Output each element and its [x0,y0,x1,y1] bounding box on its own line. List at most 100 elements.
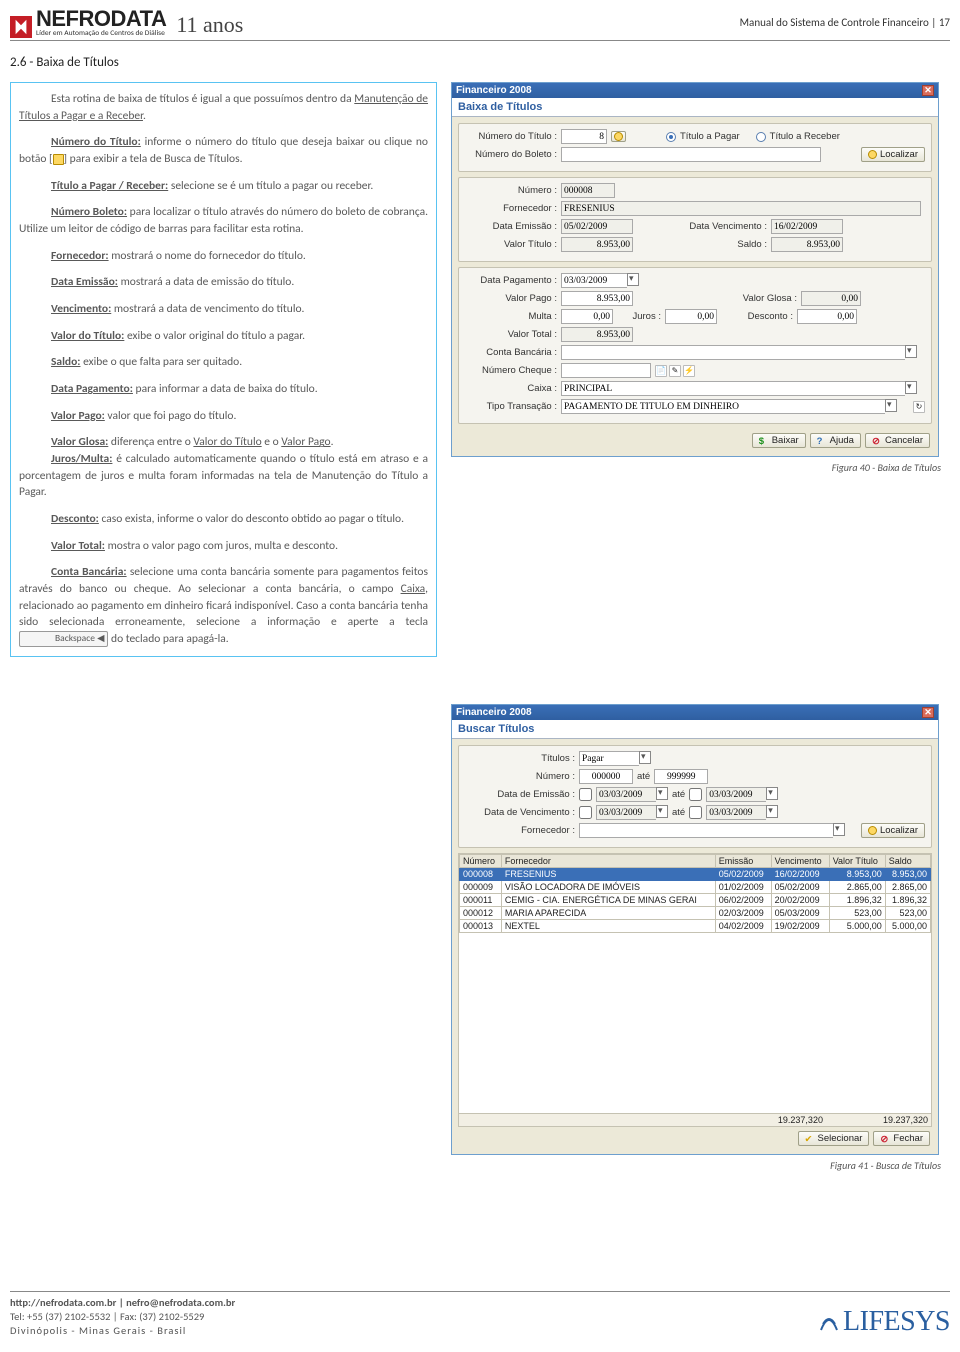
field-fornecedor [561,201,921,216]
dropdown-icon[interactable] [905,381,917,394]
input-emissao-to[interactable] [706,787,766,802]
table-header[interactable]: Valor Título [829,855,885,868]
label-numero: Número : [465,771,575,782]
selecionar-button[interactable]: ✔Selecionar [798,1131,870,1146]
label-emissao: Data Emissão : [465,221,557,232]
brand-subtitle: Líder em Automação de Centros de Diálise [36,29,166,38]
input-data-pagamento[interactable] [561,273,627,288]
dialog-baixa-titulos: Financeiro 2008 ✕ Baixa de Títulos Númer… [451,82,939,457]
para-desconto: Desconto: caso exista, informe o valor d… [19,511,428,528]
label-valor-glosa: Valor Glosa : [637,293,797,304]
dialog-app-name: Financeiro 2008 [456,707,532,718]
checkbox-emissao-from[interactable] [579,788,592,801]
dropdown-icon[interactable] [627,273,639,286]
note-icon[interactable]: 📄 [655,365,667,377]
input-conta-bancaria[interactable] [561,345,905,360]
figure-caption-41: Figura 41 - Busca de Títulos [451,1159,941,1172]
dropdown-icon[interactable] [656,805,668,818]
para-fornecedor: Fornecedor: mostrará o nome do fornecedo… [19,248,428,265]
label-saldo: Saldo : [637,239,767,250]
input-multa[interactable] [561,309,613,324]
panel-search: Número do Título : Título a Pagar Título… [458,123,932,172]
close-icon[interactable]: ✕ [922,85,934,96]
dropdown-icon[interactable] [833,823,845,836]
para-valor-glosa-juros: Valor Glosa: diferença entre o Valor do … [19,434,428,501]
refresh-icon[interactable]: ↻ [913,401,925,413]
para-numero-titulo: Número do Título: informe o número do tí… [19,134,428,167]
lifesys-logo: LIFESYS [817,1306,950,1338]
input-numero-cheque[interactable] [561,363,651,378]
input-venc-to[interactable] [706,805,766,820]
ajuda-button[interactable]: ?Ajuda [810,433,861,448]
para-valor-titulo: Valor do Título: exibe o valor original … [19,328,428,345]
section-title: 2.6 - Baixa de Títulos [10,55,950,70]
table-header[interactable]: Emissão [715,855,771,868]
cancelar-button[interactable]: ⊘Cancelar [865,433,930,448]
checkbox-emissao-to[interactable] [689,788,702,801]
radio-titulo-receber[interactable] [756,132,766,142]
table-header[interactable]: Fornecedor [501,855,715,868]
input-caixa[interactable] [561,381,905,396]
para-intro: Esta rotina de baixa de títulos é igual … [19,91,428,124]
input-numero-boleto[interactable] [561,147,821,162]
input-fornecedor[interactable] [579,823,833,838]
fechar-button[interactable]: ⊘Fechar [873,1131,930,1146]
table-header[interactable]: Vencimento [771,855,829,868]
dialog-titlebar[interactable]: Financeiro 2008 ✕ [452,83,938,98]
checkbox-venc-from[interactable] [579,806,592,819]
table-row[interactable]: 000011CEMIG - CIA. ENERGÉTICA DE MINAS G… [460,894,931,907]
dialog-subtitle: Buscar Títulos [452,720,938,739]
localizar-button[interactable]: Localizar [861,823,925,838]
close-icon: ⊘ [880,1134,890,1144]
input-desconto[interactable] [797,309,857,324]
field-numero [561,183,615,198]
label-numero-titulo: Número do Título : [465,131,557,142]
table-header[interactable]: Número [460,855,502,868]
label-numero-cheque: Número Cheque : [465,365,557,376]
footer-location: Divinópolis - Minas Gerais - Brasil [10,1324,950,1337]
table-header[interactable]: Saldo [885,855,930,868]
radio-titulo-pagar[interactable] [666,132,676,142]
label-ate: até [637,771,650,782]
input-tipo-transacao[interactable] [561,399,885,414]
results-table: NúmeroFornecedorEmissãoVencimentoValor T… [458,853,932,1127]
dropdown-icon[interactable] [766,805,778,818]
table-row[interactable]: 000013NEXTEL04/02/200919/02/20095.000,00… [460,920,931,933]
input-emissao-from[interactable] [596,787,656,802]
dialog-buscar-titulos: Financeiro 2008 ✕ Buscar Títulos Títulos… [451,704,939,1155]
input-titulos[interactable] [579,751,639,766]
input-numero-titulo[interactable] [561,129,607,144]
text-column: Esta rotina de baixa de títulos é igual … [10,82,437,657]
input-numero-from[interactable] [579,769,633,784]
label-data-vencimento: Data de Vencimento : [465,807,575,818]
dialog-app-name: Financeiro 2008 [456,85,532,96]
dropdown-icon[interactable] [639,751,651,764]
edit-icon[interactable]: ✎ [669,365,681,377]
brand-icon [10,16,32,38]
dropdown-icon[interactable] [656,787,668,800]
checkbox-venc-to[interactable] [689,806,702,819]
baixar-button[interactable]: $Baixar [752,433,806,448]
help-icon: ? [817,436,827,446]
input-valor-pago[interactable] [561,291,633,306]
label-juros: Juros : [617,311,661,322]
localizar-button[interactable]: Localizar [861,147,925,162]
search-button[interactable] [611,131,626,142]
dropdown-icon[interactable] [885,399,897,412]
dialog-titlebar[interactable]: Financeiro 2008 ✕ [452,705,938,720]
close-icon[interactable]: ✕ [922,707,934,718]
dropdown-icon[interactable] [766,787,778,800]
input-numero-to[interactable] [654,769,708,784]
lightning-icon[interactable]: ⚡ [683,365,695,377]
input-juros[interactable] [665,309,717,324]
dialog-button-row: $Baixar ?Ajuda ⊘Cancelar [458,429,932,450]
field-valor-glosa [801,291,861,306]
input-venc-from[interactable] [596,805,656,820]
label-valor-total: Valor Total : [465,329,557,340]
para-conta-bancaria: Conta Bancária: selecione uma conta banc… [19,564,428,647]
table-row[interactable]: 000012MARIA APARECIDA02/03/200905/03/200… [460,907,931,920]
table-row[interactable]: 000009VISÃO LOCADORA DE IMÓVEIS01/02/200… [460,881,931,894]
dropdown-icon[interactable] [905,345,917,358]
label-numero-boleto: Número do Boleto : [465,149,557,160]
table-row[interactable]: 000008FRESENIUS05/02/200916/02/20098.953… [460,868,931,881]
